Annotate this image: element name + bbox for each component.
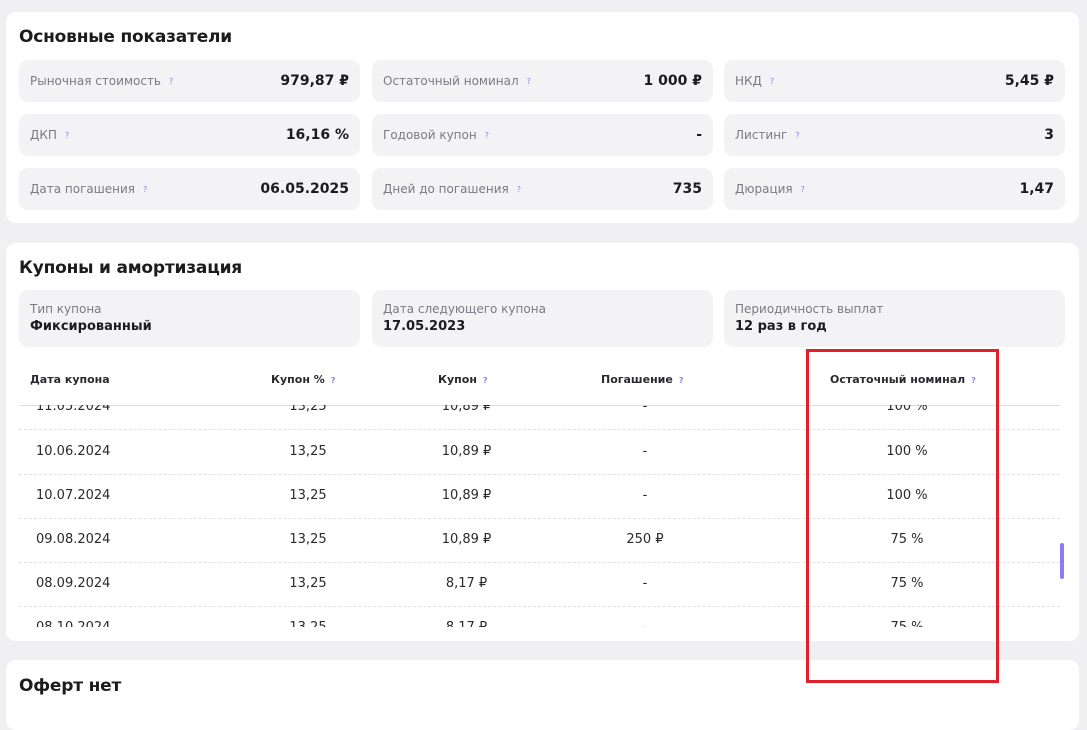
cell-coupon: 8,17 ₽	[445, 576, 488, 591]
cell-date: 08.09.2024	[36, 576, 111, 591]
metric-annual-coupon: Годовой купон ? -	[372, 114, 713, 156]
help-icon[interactable]: ?	[143, 185, 147, 194]
help-icon[interactable]: ?	[801, 185, 805, 194]
cell-date: 08.10.2024	[36, 606, 110, 627]
cell-coupon-pct: 13,25	[289, 488, 327, 503]
coupons-title: Купоны и амортизация	[19, 258, 243, 278]
cell-redemption: 250 ₽	[626, 532, 664, 547]
cell-coupon: 10,89 ₽	[441, 532, 492, 547]
column-label: Купон %	[271, 373, 325, 386]
metric-label: Рыночная стоимость	[30, 74, 162, 88]
cell-coupon: 10,89 ₽	[441, 405, 492, 414]
metric-label: Остаточный номинал	[383, 74, 519, 88]
metric-listing: Листинг ? 3	[724, 114, 1065, 156]
cell-coupon-pct: 13,25	[288, 606, 328, 627]
help-icon[interactable]: ?	[65, 131, 69, 140]
highlight-box	[806, 349, 999, 683]
offers-title: Оферт нет	[19, 676, 122, 696]
metric-dkp: ДКП ? 16,16 %	[19, 114, 360, 156]
help-icon[interactable]: ?	[331, 376, 336, 385]
cell-redemption: -	[615, 606, 675, 627]
cell-coupon: 8,17 ₽	[429, 606, 504, 627]
metric-value: 979,87 ₽	[280, 73, 349, 89]
cell-coupon: 10,89 ₽	[441, 488, 492, 503]
info-label: Периодичность выплат	[735, 302, 884, 316]
metric-value: 16,16 %	[285, 127, 349, 143]
metric-residual-nominal: Остаточный номинал ? 1 000 ₽	[372, 60, 713, 102]
cell-date: 10.06.2024	[36, 444, 111, 459]
help-icon[interactable]: ?	[679, 376, 684, 385]
metric-label: Дата погашения	[30, 182, 135, 196]
cell-coupon-pct: 13,25	[289, 576, 327, 591]
info-label: Тип купона	[30, 302, 102, 316]
help-icon[interactable]: ?	[517, 185, 521, 194]
column-label: Погашение	[601, 373, 673, 386]
table-scrollbar-thumb[interactable]	[1060, 543, 1064, 579]
cell-coupon-pct: 13,25	[289, 405, 327, 414]
metric-label: Дюрация	[735, 182, 793, 196]
metric-value: -	[696, 127, 702, 143]
metric-label: НКД	[735, 74, 762, 88]
metric-value: 06.05.2025	[260, 181, 349, 197]
main-indicators-title: Основные показатели	[19, 27, 233, 47]
metric-value: 3	[1044, 127, 1054, 143]
cell-date: 11.05.2024	[36, 405, 111, 414]
cell-redemption: -	[642, 444, 648, 459]
metric-duration: Дюрация ? 1,47	[724, 168, 1065, 210]
help-icon[interactable]: ?	[485, 131, 489, 140]
help-icon[interactable]: ?	[527, 77, 531, 86]
column-header-coupon-pct[interactable]: Купон %?	[271, 373, 335, 386]
info-label: Дата следующего купона	[383, 302, 546, 316]
cell-coupon-pct: 13,25	[289, 444, 327, 459]
cell-coupon: 10,89 ₽	[441, 444, 492, 459]
metric-label: ДКП	[30, 128, 57, 142]
help-icon[interactable]: ?	[770, 77, 774, 86]
info-next-coupon-date: Дата следующего купона 17.05.2023	[372, 290, 713, 347]
cell-redemption: -	[642, 405, 648, 414]
cell-coupon-pct: 13,25	[289, 532, 327, 547]
metric-value: 735	[672, 181, 702, 197]
metric-days-to-maturity: Дней до погашения ? 735	[372, 168, 713, 210]
info-value: 12 раз в год	[735, 319, 827, 334]
cell-date: 10.07.2024	[36, 488, 111, 503]
cell-redemption: -	[642, 488, 648, 503]
cell-redemption: -	[642, 576, 648, 591]
metric-value: 5,45 ₽	[1004, 73, 1054, 89]
column-label: Купон	[438, 373, 477, 386]
metric-maturity-date: Дата погашения ? 06.05.2025	[19, 168, 360, 210]
info-value: 17.05.2023	[383, 319, 466, 334]
help-icon[interactable]: ?	[795, 131, 799, 140]
metric-value: 1,47	[1019, 181, 1054, 197]
main-indicators-card: Основные показатели Рыночная стоимость ?…	[6, 12, 1079, 223]
metric-label: Годовой купон	[383, 128, 477, 142]
column-header-redemption[interactable]: Погашение?	[601, 373, 683, 386]
help-icon[interactable]: ?	[483, 376, 488, 385]
metric-nkd: НКД ? 5,45 ₽	[724, 60, 1065, 102]
column-header-date[interactable]: Дата купона	[30, 373, 110, 386]
metric-label: Листинг	[735, 128, 788, 142]
metric-market-value: Рыночная стоимость ? 979,87 ₽	[19, 60, 360, 102]
metric-value: 1 000 ₽	[643, 73, 702, 89]
info-coupon-type: Тип купона Фиксированный	[19, 290, 360, 347]
info-payment-frequency: Периодичность выплат 12 раз в год	[724, 290, 1065, 347]
column-header-coupon[interactable]: Купон?	[438, 373, 488, 386]
metric-label: Дней до погашения	[383, 182, 509, 196]
column-label: Дата купона	[30, 373, 110, 386]
help-icon[interactable]: ?	[169, 77, 173, 86]
cell-date: 09.08.2024	[36, 532, 111, 547]
info-value: Фиксированный	[30, 319, 152, 334]
